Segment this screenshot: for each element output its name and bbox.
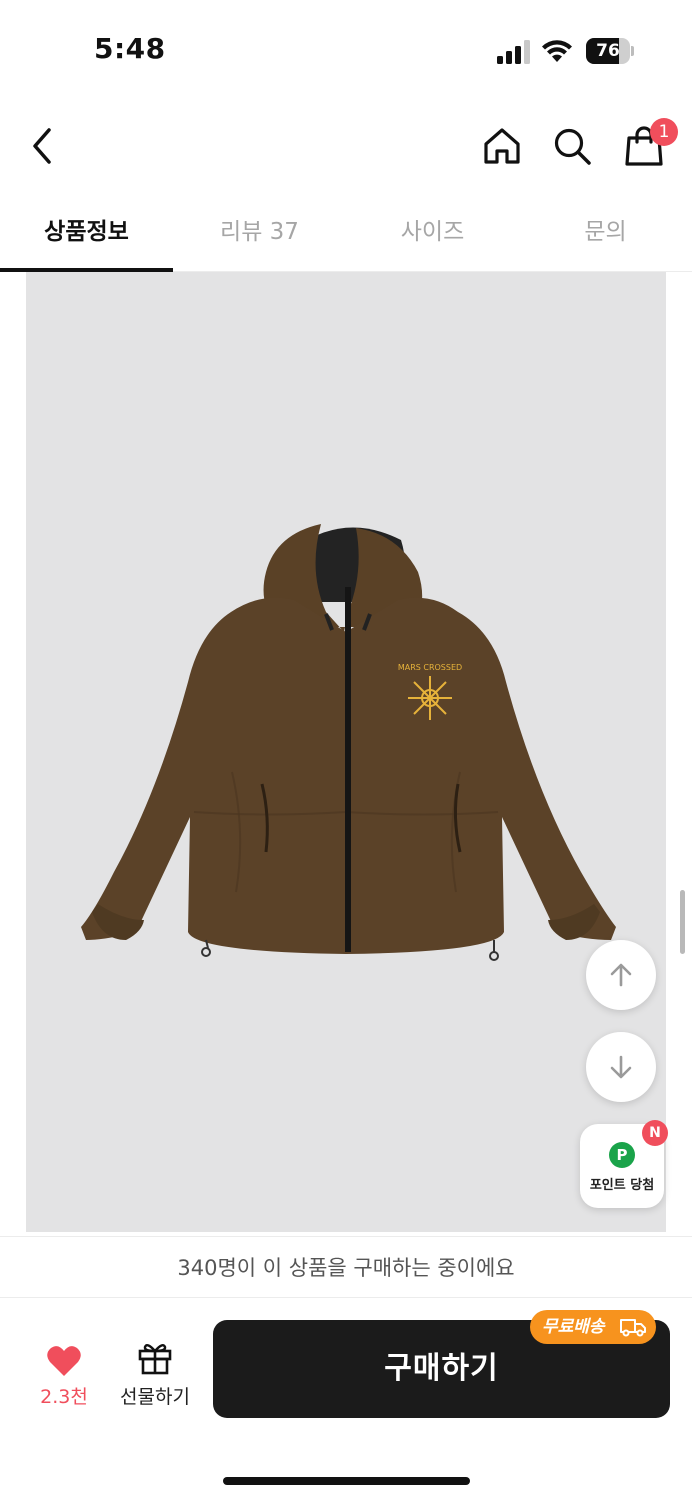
gift-icon: [138, 1344, 172, 1375]
home-button[interactable]: [478, 122, 526, 170]
scroll-up-button[interactable]: [586, 940, 656, 1010]
gift-label: 선물하기: [120, 1386, 190, 1408]
battery-percent: 76: [596, 41, 620, 61]
tab-reviews[interactable]: 리뷰 37: [173, 196, 346, 272]
jacket-image: MARS CROSSED: [81, 524, 616, 961]
new-badge: N: [642, 1120, 668, 1146]
point-icon: P: [609, 1142, 635, 1168]
wifi-icon: [542, 40, 572, 62]
tab-inquiry[interactable]: 문의: [519, 196, 692, 272]
heart-icon: [47, 1346, 81, 1376]
search-icon: [554, 128, 591, 165]
like-count: 2.3천: [40, 1386, 88, 1408]
status-bar: 5:48 76: [0, 0, 692, 100]
scroll-down-button[interactable]: [586, 1032, 656, 1102]
product-image: MARS CROSSED: [26, 272, 666, 1232]
like-button[interactable]: 2.3천: [24, 1338, 104, 1414]
gift-button[interactable]: 선물하기: [108, 1338, 202, 1414]
tab-size[interactable]: 사이즈: [346, 196, 519, 272]
arrow-up-icon: [610, 963, 632, 987]
status-time: 5:48: [94, 32, 166, 65]
cart-count-badge: 1: [650, 118, 678, 146]
battery-indicator: 76: [586, 38, 634, 64]
arrow-down-icon: [610, 1055, 632, 1079]
scrollbar[interactable]: [680, 890, 685, 954]
home-icon: [484, 128, 520, 164]
point-lottery-label: 포인트 당첨: [589, 1178, 655, 1193]
sun-emblem-icon: [408, 676, 452, 720]
tab-product-info[interactable]: 상품정보: [0, 196, 173, 272]
back-button[interactable]: [18, 122, 66, 170]
free-shipping-label: 무료배송: [542, 1317, 605, 1337]
free-shipping-badge: 무료배송: [530, 1310, 656, 1344]
chevron-left-icon: [33, 128, 51, 164]
product-tabs: 상품정보 리뷰 37 사이즈 문의: [0, 196, 692, 272]
search-button[interactable]: [548, 122, 596, 170]
home-indicator: [223, 1477, 470, 1485]
cellular-signal-icon: [497, 40, 530, 64]
top-navigation: [0, 100, 692, 196]
truck-icon: [620, 1319, 646, 1337]
buyers-notice: 340명이 이 상품을 구매하는 중이에요: [0, 1236, 692, 1298]
jacket-logo-text: MARS CROSSED: [398, 663, 462, 672]
